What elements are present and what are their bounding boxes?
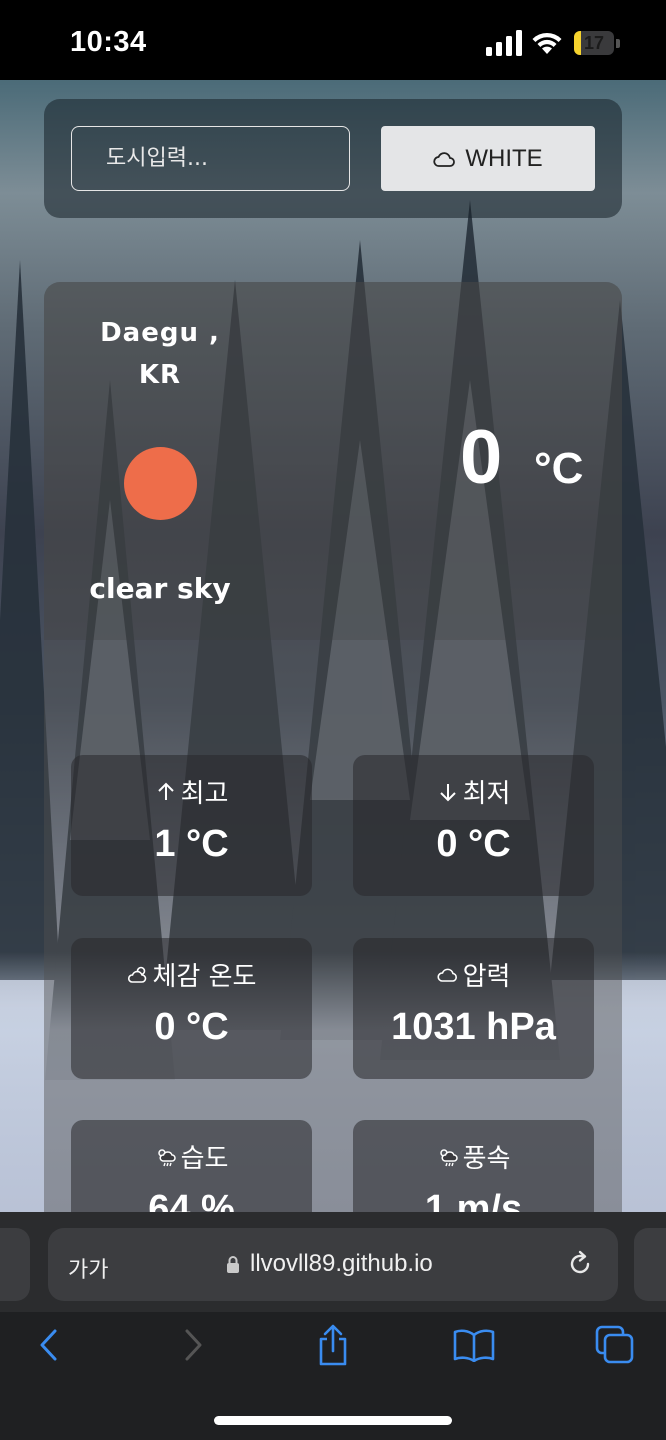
text-size-button[interactable]: 가가	[68, 1252, 108, 1284]
status-time: 10:34	[70, 26, 147, 58]
stat-value: 0 °C	[154, 1006, 229, 1048]
next-tab-preview[interactable]	[634, 1228, 666, 1301]
lock-icon	[227, 1256, 239, 1273]
city-name: Daegu , KR	[90, 312, 230, 396]
stat-value: 1031 hPa	[391, 1006, 556, 1048]
stat-label: 최저	[462, 779, 511, 809]
reload-icon[interactable]	[566, 1250, 594, 1278]
bookmarks-icon	[453, 1329, 495, 1362]
stat-label: 최고	[180, 779, 229, 809]
sun-icon	[124, 447, 197, 520]
tabs-button[interactable]	[590, 1320, 640, 1370]
share-button[interactable]	[308, 1320, 358, 1370]
back-button[interactable]	[24, 1320, 74, 1370]
battery-icon: 17	[574, 31, 614, 55]
status-bar: 10:34 17	[0, 0, 666, 80]
back-icon	[40, 1329, 57, 1361]
share-icon	[319, 1324, 347, 1366]
temperature-unit: °C	[534, 444, 584, 493]
wifi-icon	[532, 32, 562, 54]
stat-card-pressure: 압력 1031 hPa	[353, 938, 594, 1079]
battery-level: 17	[583, 33, 605, 53]
battery-tip	[616, 39, 620, 48]
cloud-rain-sun-icon	[157, 1148, 176, 1166]
cloud-sun-icon	[127, 966, 146, 983]
arrow-up-icon	[157, 782, 174, 800]
bookmarks-button[interactable]	[449, 1320, 499, 1370]
tabs-icon	[595, 1325, 634, 1364]
stat-label: 체감 온도	[152, 962, 257, 992]
stat-label: 풍속	[462, 1144, 511, 1174]
stat-label: 압력	[462, 962, 511, 992]
stat-card-min-temp: 최저 0 °C	[353, 755, 594, 896]
stat-value: 0 °C	[436, 823, 511, 865]
weather-description: clear sky	[89, 572, 231, 605]
cloud-rain-sun-icon	[439, 1148, 458, 1166]
country-label: KR	[138, 360, 182, 390]
city-search-input[interactable]	[71, 126, 350, 191]
cloud-icon	[437, 968, 457, 982]
cloud-icon	[433, 151, 456, 167]
stat-label: 습도	[180, 1144, 229, 1174]
arrow-down-icon	[439, 783, 456, 801]
stat-card-max-temp: 최고 1 °C	[71, 755, 312, 896]
cellular-signal-icon	[486, 30, 522, 56]
url-domain[interactable]: llvovll89.github.io	[250, 1250, 433, 1278]
current-temperature: 0	[460, 415, 503, 500]
home-indicator	[214, 1416, 452, 1425]
theme-button-label: WHITE	[465, 144, 543, 172]
city-label: Daegu ,	[100, 318, 220, 348]
stat-card-feels-like: 체감 온도 0 °C	[71, 938, 312, 1079]
stat-value: 1 °C	[154, 823, 229, 865]
forward-button[interactable]	[168, 1320, 218, 1370]
forward-icon	[185, 1329, 202, 1361]
theme-toggle-button[interactable]: WHITE	[381, 126, 595, 191]
previous-tab-preview[interactable]	[0, 1228, 30, 1301]
